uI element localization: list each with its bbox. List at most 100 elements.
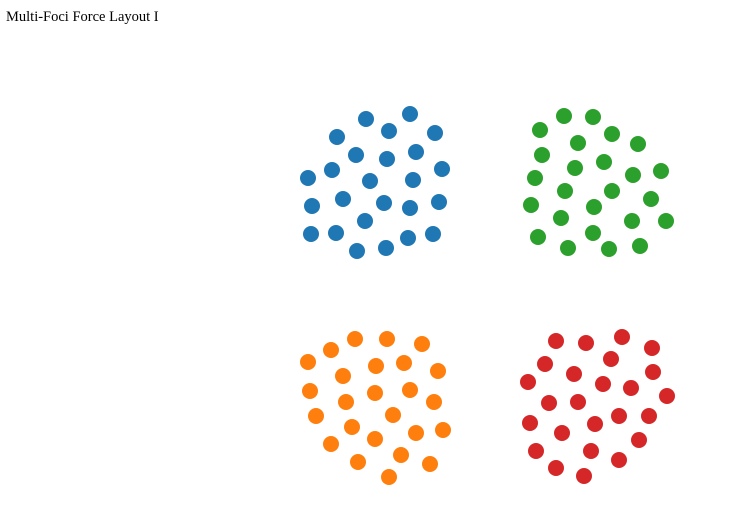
graph-node[interactable] <box>578 335 594 351</box>
graph-node[interactable] <box>396 355 412 371</box>
graph-node[interactable] <box>566 366 582 382</box>
graph-node[interactable] <box>658 213 674 229</box>
graph-node[interactable] <box>335 368 351 384</box>
graph-node[interactable] <box>308 408 324 424</box>
graph-node[interactable] <box>523 197 539 213</box>
graph-node[interactable] <box>300 170 316 186</box>
graph-node[interactable] <box>527 170 543 186</box>
graph-node[interactable] <box>430 363 446 379</box>
graph-node[interactable] <box>585 109 601 125</box>
graph-node[interactable] <box>367 385 383 401</box>
graph-node[interactable] <box>553 210 569 226</box>
graph-node[interactable] <box>530 229 546 245</box>
graph-node[interactable] <box>623 380 639 396</box>
graph-node[interactable] <box>338 394 354 410</box>
graph-node[interactable] <box>381 123 397 139</box>
graph-node[interactable] <box>427 125 443 141</box>
graph-node[interactable] <box>393 447 409 463</box>
graph-node[interactable] <box>641 408 657 424</box>
graph-node[interactable] <box>532 122 548 138</box>
graph-node[interactable] <box>329 129 345 145</box>
graph-node[interactable] <box>644 340 660 356</box>
graph-node[interactable] <box>625 167 641 183</box>
graph-node[interactable] <box>426 394 442 410</box>
graph-node[interactable] <box>408 425 424 441</box>
graph-node[interactable] <box>576 468 592 484</box>
graph-node[interactable] <box>630 136 646 152</box>
graph-node[interactable] <box>303 226 319 242</box>
graph-node[interactable] <box>347 331 363 347</box>
graph-node[interactable] <box>425 226 441 242</box>
graph-node[interactable] <box>357 213 373 229</box>
graph-node[interactable] <box>323 436 339 452</box>
graph-node[interactable] <box>604 183 620 199</box>
graph-node[interactable] <box>611 452 627 468</box>
graph-node[interactable] <box>434 161 450 177</box>
graph-node[interactable] <box>344 419 360 435</box>
graph-node[interactable] <box>402 382 418 398</box>
graph-node[interactable] <box>379 151 395 167</box>
graph-node[interactable] <box>350 454 366 470</box>
graph-node[interactable] <box>548 460 564 476</box>
graph-node[interactable] <box>659 388 675 404</box>
graph-node[interactable] <box>604 126 620 142</box>
graph-node[interactable] <box>335 191 351 207</box>
graph-node[interactable] <box>348 147 364 163</box>
graph-node[interactable] <box>570 135 586 151</box>
graph-node[interactable] <box>402 200 418 216</box>
graph-node[interactable] <box>556 108 572 124</box>
graph-node[interactable] <box>304 198 320 214</box>
graph-node[interactable] <box>601 241 617 257</box>
graph-node[interactable] <box>534 147 550 163</box>
graph-node[interactable] <box>583 443 599 459</box>
graph-node[interactable] <box>528 443 544 459</box>
graph-node[interactable] <box>541 395 557 411</box>
graph-node[interactable] <box>378 240 394 256</box>
graph-node[interactable] <box>435 422 451 438</box>
graph-node[interactable] <box>367 431 383 447</box>
graph-node[interactable] <box>362 173 378 189</box>
graph-node[interactable] <box>349 243 365 259</box>
graph-node[interactable] <box>328 225 344 241</box>
graph-node[interactable] <box>324 162 340 178</box>
graph-node[interactable] <box>632 238 648 254</box>
graph-node[interactable] <box>585 225 601 241</box>
graph-node[interactable] <box>653 163 669 179</box>
graph-node[interactable] <box>379 331 395 347</box>
graph-node[interactable] <box>596 154 612 170</box>
graph-node[interactable] <box>381 469 397 485</box>
graph-node[interactable] <box>554 425 570 441</box>
graph-node[interactable] <box>586 199 602 215</box>
graph-node[interactable] <box>402 106 418 122</box>
graph-node[interactable] <box>408 144 424 160</box>
graph-node[interactable] <box>323 342 339 358</box>
graph-node[interactable] <box>537 356 553 372</box>
graph-node[interactable] <box>522 415 538 431</box>
graph-node[interactable] <box>567 160 583 176</box>
graph-node[interactable] <box>414 336 430 352</box>
graph-node[interactable] <box>548 333 564 349</box>
graph-node[interactable] <box>557 183 573 199</box>
graph-node[interactable] <box>631 432 647 448</box>
graph-node[interactable] <box>400 230 416 246</box>
graph-node[interactable] <box>358 111 374 127</box>
graph-node[interactable] <box>302 383 318 399</box>
graph-node[interactable] <box>603 351 619 367</box>
graph-node[interactable] <box>376 195 392 211</box>
graph-node[interactable] <box>645 364 661 380</box>
graph-node[interactable] <box>611 408 627 424</box>
graph-node[interactable] <box>643 191 659 207</box>
graph-node[interactable] <box>587 416 603 432</box>
graph-node[interactable] <box>368 358 384 374</box>
graph-node[interactable] <box>570 394 586 410</box>
graph-node[interactable] <box>520 374 536 390</box>
graph-node[interactable] <box>595 376 611 392</box>
graph-node[interactable] <box>560 240 576 256</box>
graph-node[interactable] <box>431 194 447 210</box>
graph-node[interactable] <box>405 172 421 188</box>
graph-node[interactable] <box>624 213 640 229</box>
graph-node[interactable] <box>422 456 438 472</box>
graph-node[interactable] <box>300 354 316 370</box>
graph-node[interactable] <box>614 329 630 345</box>
graph-node[interactable] <box>385 407 401 423</box>
